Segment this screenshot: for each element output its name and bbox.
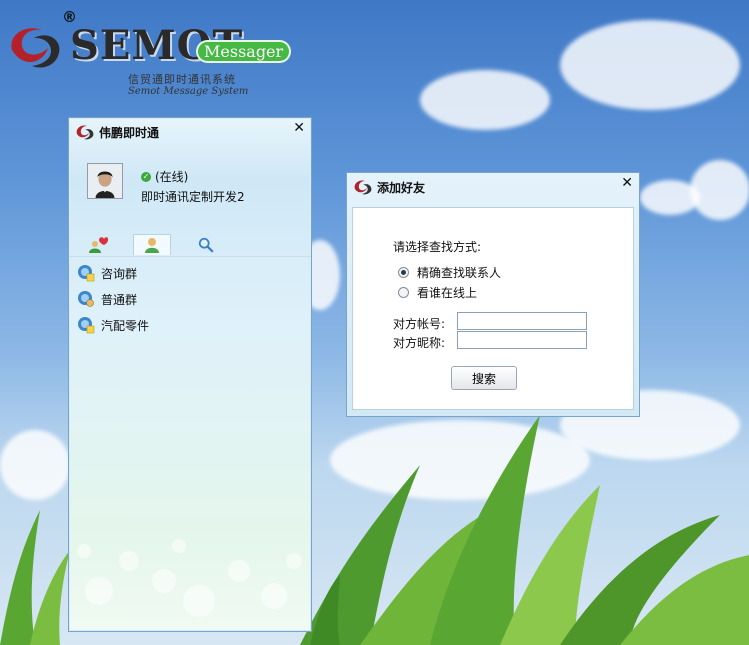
logo-badge: Messager	[196, 40, 292, 63]
radio-label: 精确查找联系人	[417, 266, 502, 280]
add-friend-panel: 请选择查找方式: 精确查找联系人 看谁在线上 对方帐号: 对方昵称: 搜索	[352, 207, 634, 410]
online-status[interactable]: ✓ (在线)	[141, 168, 188, 185]
avatar[interactable]	[87, 163, 123, 199]
cloud	[690, 160, 749, 220]
user-portrait-icon	[88, 164, 122, 198]
tab-search[interactable]	[187, 234, 225, 255]
account-input[interactable]	[457, 312, 587, 330]
user-nickname[interactable]: 即时通讯定制开发2	[141, 188, 245, 205]
search-method-prompt: 请选择查找方式:	[393, 240, 482, 254]
main-window-title: 伟鹏即时通	[99, 125, 160, 140]
main-window-close-button[interactable]: ✕	[293, 120, 305, 136]
nickname-input[interactable]	[457, 331, 587, 349]
tab-contacts[interactable]	[79, 234, 117, 255]
group-icon	[78, 265, 95, 282]
main-tabs	[69, 230, 311, 257]
grass-background	[300, 415, 749, 645]
radio-button[interactable]	[398, 287, 409, 298]
tab-profile[interactable]	[133, 234, 171, 255]
add-friend-close-button[interactable]: ✕	[621, 175, 633, 191]
add-friend-title: 添加好友	[377, 180, 426, 195]
group-label: 普通群	[101, 292, 138, 307]
cloud	[420, 70, 550, 130]
radio-exact-search[interactable]: 精确查找联系人	[398, 264, 501, 281]
radio-button[interactable]	[398, 267, 409, 278]
semot-swirl-icon	[11, 28, 60, 68]
user-icon	[145, 238, 159, 253]
group-icon	[78, 291, 94, 307]
contacts-heart-icon	[89, 236, 108, 253]
logo-en-name: Semot Message System	[128, 86, 249, 97]
online-check-icon: ✓	[141, 171, 151, 182]
search-icon	[198, 237, 214, 252]
list-item[interactable]: 咨询群	[77, 260, 149, 286]
semot-logo: ® SEMOT Messager 信贸通即时通讯系统 Semot Message…	[0, 0, 300, 105]
cloud	[560, 20, 740, 110]
search-button[interactable]: 搜索	[451, 366, 517, 390]
main-window-titlebar: 伟鹏即时通	[75, 123, 159, 141]
online-status-text: (在线)	[155, 170, 189, 184]
dandelion-decoration	[77, 539, 302, 617]
group-label: 汽配零件	[101, 318, 150, 333]
group-label: 咨询群	[101, 266, 138, 281]
group-list: 咨询群 普通群 汽配零件	[77, 260, 149, 338]
add-friend-titlebar: 添加好友	[353, 178, 425, 196]
radio-label: 看谁在线上	[417, 286, 478, 300]
nickname-label: 对方昵称:	[393, 336, 446, 350]
main-window: 伟鹏即时通 ✕ ✓ (在线) 即时通讯定制开发2 咨询群 普通群 汽配零件	[68, 117, 312, 632]
account-label: 对方帐号:	[393, 317, 446, 331]
group-icon	[78, 317, 95, 334]
add-friend-dialog: 添加好友 ✕ 请选择查找方式: 精确查找联系人 看谁在线上 对方帐号: 对方昵称…	[346, 172, 640, 417]
radio-online-users[interactable]: 看谁在线上	[398, 284, 477, 301]
list-item[interactable]: 汽配零件	[77, 312, 149, 338]
list-item[interactable]: 普通群	[77, 286, 149, 312]
app-logo-icon	[76, 125, 94, 140]
app-logo-icon	[354, 180, 372, 195]
logo-cn-name: 信贸通即时通讯系统	[128, 73, 236, 86]
